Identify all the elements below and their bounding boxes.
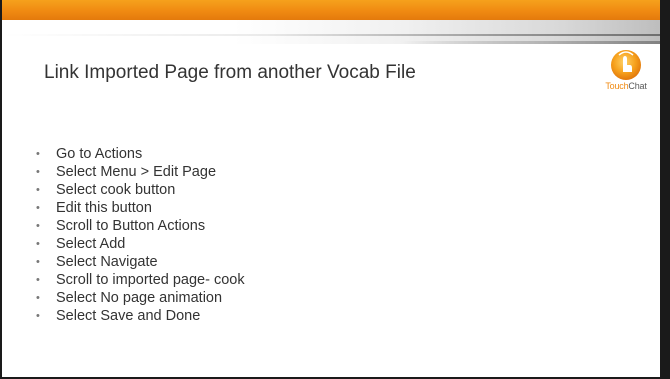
list-item-text: Select cook button bbox=[56, 182, 176, 198]
list-item-text: Select Save and Done bbox=[56, 308, 201, 324]
list-item-text: Select Navigate bbox=[56, 254, 158, 270]
bullet-dot: • bbox=[36, 220, 40, 232]
bullet-dot: • bbox=[36, 256, 40, 268]
list-item-text: Scroll to imported page- cook bbox=[56, 272, 245, 288]
list-item-text: Go to Actions bbox=[56, 146, 143, 162]
bullet-dot: • bbox=[36, 166, 40, 178]
bullet-dot: • bbox=[36, 184, 40, 196]
slide: Link Imported Page from another Vocab Fi… bbox=[0, 0, 670, 379]
top-accent-bar bbox=[2, 0, 670, 20]
bullet-dot: • bbox=[36, 202, 40, 214]
logo-wordmark: TouchChat bbox=[599, 81, 653, 91]
list-item-text: Scroll to Button Actions bbox=[56, 218, 206, 234]
logo-word-touch: Touch bbox=[605, 81, 629, 91]
list-item-text: Edit this button bbox=[56, 200, 152, 216]
bullet-dot: • bbox=[36, 274, 40, 286]
list-item-text: Select Menu > Edit Page bbox=[56, 164, 217, 180]
touchchat-logo: TouchChat bbox=[599, 46, 653, 106]
bullet-dot: • bbox=[36, 292, 40, 304]
list-item-text: Select No page animation bbox=[56, 290, 223, 306]
logo-word-chat: Chat bbox=[628, 81, 647, 91]
bullet-dot: • bbox=[36, 238, 40, 250]
bullet-dot: • bbox=[36, 310, 40, 322]
header-divider bbox=[2, 34, 662, 36]
touchchat-logo-icon bbox=[611, 50, 641, 80]
slide-title: Link Imported Page from another Vocab Fi… bbox=[44, 62, 416, 83]
header-divider-lower bbox=[402, 41, 662, 44]
list-item-text: Select Add bbox=[56, 236, 126, 252]
bullet-dot: • bbox=[36, 148, 40, 160]
right-edge-border bbox=[660, 0, 670, 379]
